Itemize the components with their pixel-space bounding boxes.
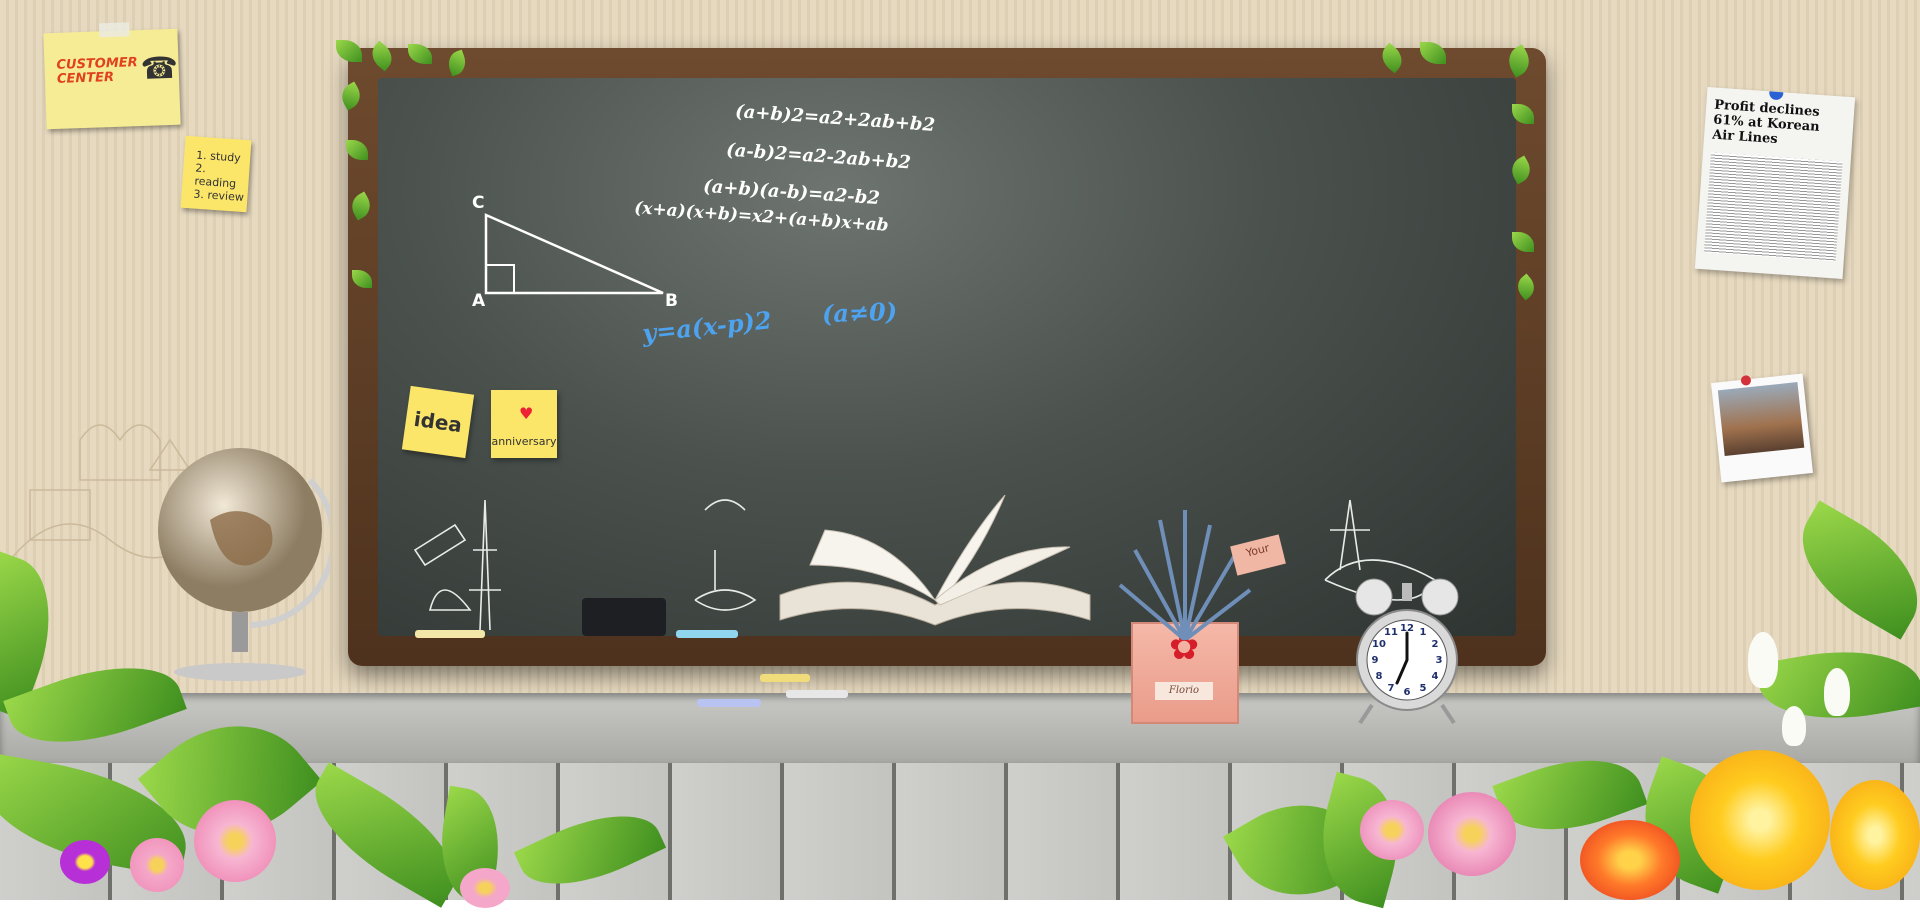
clock-number-2: 2: [1432, 639, 1439, 650]
clock-number-10: 10: [1372, 639, 1386, 650]
anniversary-sticky-note: ♥ anniversary: [491, 390, 557, 458]
pink-flower: [460, 868, 510, 908]
pink-flower: [130, 838, 184, 892]
clock-number-8: 8: [1376, 671, 1383, 682]
pink-flower: [1428, 792, 1516, 876]
chalk-blue: [676, 630, 738, 638]
anniversary-label: anniversary: [491, 435, 557, 448]
chalkboard-eraser: [582, 598, 666, 636]
globe: [158, 448, 330, 681]
yellow-flower: [1830, 780, 1920, 890]
customer-center-note: CUSTOMER CENTER ☎: [43, 22, 181, 130]
clock-number-1: 1: [1420, 627, 1427, 638]
clock-number-5: 5: [1420, 683, 1427, 694]
customer-center-label: CUSTOMER CENTER: [56, 55, 138, 87]
chalk-white: [786, 690, 848, 698]
telephone-icon: ☎: [140, 50, 179, 87]
triangle-label-c: C: [472, 193, 484, 213]
white-calla-flower: [1748, 632, 1778, 688]
alarm-clock: 12 1 2 3 4 5 6 7 8 9 10 11: [1355, 578, 1459, 725]
heart-icon: ♥: [519, 404, 534, 423]
chalk-yellow: [415, 630, 485, 638]
clock-number-4: 4: [1432, 671, 1439, 682]
pink-flower: [194, 800, 276, 882]
clock-number-9: 9: [1372, 655, 1379, 666]
chalk-lilac: [697, 699, 761, 707]
box-label: Florio: [1155, 682, 1213, 700]
condition-formula: (a≠0): [821, 296, 898, 329]
open-book: [779, 495, 1091, 626]
white-calla-flower: [1824, 668, 1850, 716]
orange-flower: [1580, 820, 1680, 900]
clock-number-3: 3: [1436, 655, 1443, 666]
newspaper-clipping: Profit declines 61% at Korean Air Lines: [1694, 87, 1856, 279]
purple-flower: [60, 840, 110, 884]
todo-item-2: 2. reading: [194, 161, 237, 191]
clock-number-11: 11: [1384, 627, 1398, 638]
idea-sticky-note: idea: [401, 385, 475, 459]
pushpin-icon: [1740, 374, 1752, 386]
triangle-label-b: B: [665, 291, 678, 310]
pink-flower: [1360, 800, 1424, 860]
todo-note: 1. study 2. reading 3. review: [180, 135, 252, 213]
city-photo: [1717, 382, 1805, 457]
triangle-label-a: A: [472, 291, 486, 310]
white-calla-flower: [1782, 706, 1806, 746]
todo-item-3: 3. review: [193, 187, 245, 204]
triangle-drawing: C A B: [472, 193, 678, 310]
newspaper-text-lines: [1703, 152, 1843, 262]
polaroid-photo: [1711, 373, 1813, 483]
chalk-yellow-2: [760, 674, 810, 682]
clock-number-7: 7: [1388, 683, 1395, 694]
clock-number-6: 6: [1404, 687, 1411, 698]
tape: [99, 22, 130, 38]
yellow-flower: [1690, 750, 1830, 890]
